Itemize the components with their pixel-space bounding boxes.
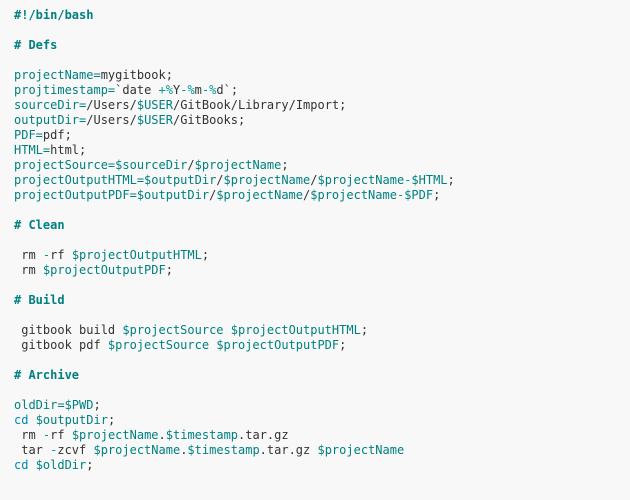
section-defs: # Defs <box>14 38 57 52</box>
code-block: #!/bin/bash # Defs projectName=mygitbook… <box>0 0 630 481</box>
shebang: #!/bin/bash <box>14 8 93 22</box>
var-projectName: projectName= <box>14 68 101 82</box>
var-PDF: PDF= <box>14 128 43 142</box>
var-outputDir: outputDir= <box>14 113 86 127</box>
var-projectOutputHTML: projectOutputHTML= <box>14 173 144 187</box>
section-archive: # Archive <box>14 368 79 382</box>
cd-builtin: cd <box>14 413 28 427</box>
var-sourceDir: sourceDir= <box>14 98 86 112</box>
var-oldDir: oldDir= <box>14 398 65 412</box>
var-HTML: HTML= <box>14 143 50 157</box>
var-projectOutputPDF: projectOutputPDF= <box>14 188 137 202</box>
var-projectSource: projectSource= <box>14 158 115 172</box>
var-projtimestamp: projtimestamp= <box>14 83 115 97</box>
section-clean: # Clean <box>14 218 65 232</box>
section-build: # Build <box>14 293 65 307</box>
cd-builtin: cd <box>14 458 28 472</box>
